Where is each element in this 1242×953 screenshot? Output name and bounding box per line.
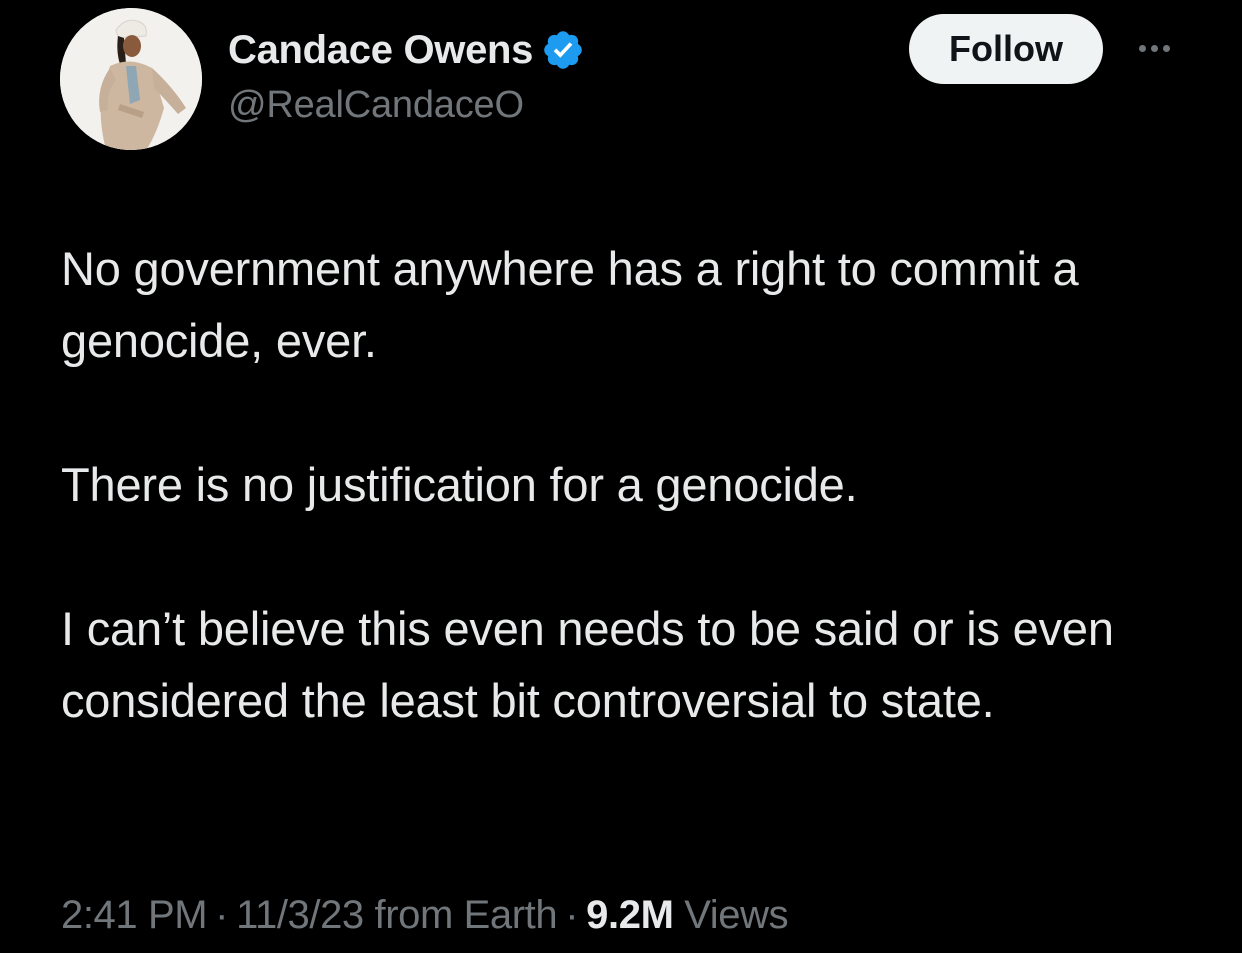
views-count[interactable]: 9.2M <box>586 893 674 937</box>
tweet-paragraph: No government anywhere has a right to co… <box>61 242 1079 367</box>
author-display-name[interactable]: Candace Owens <box>228 28 533 73</box>
tweet-text: No government anywhere has a right to co… <box>61 233 1191 737</box>
verified-badge-icon <box>541 28 585 72</box>
author-name-row: Candace Owens <box>228 24 585 76</box>
tweet-date[interactable]: 11/3/23 <box>236 893 364 937</box>
tweet-paragraph: There is no justification for a genocide… <box>61 458 858 511</box>
meta-separator: · <box>215 893 229 937</box>
tweet-source: from Earth <box>374 893 558 937</box>
avatar[interactable] <box>60 8 202 150</box>
avatar-image <box>60 8 202 150</box>
more-dot <box>1138 44 1146 52</box>
more-dot <box>1150 44 1158 52</box>
more-options-icon[interactable] <box>1128 30 1180 66</box>
meta-separator: · <box>565 893 579 937</box>
more-dot <box>1162 44 1170 52</box>
tweet-meta: 2:41 PM · 11/3/23 from Earth · 9.2M Views <box>61 893 789 938</box>
author-handle[interactable]: @RealCandaceO <box>228 84 524 127</box>
follow-button[interactable]: Follow <box>909 14 1103 84</box>
tweet-paragraph: I can’t believe this even needs to be sa… <box>61 602 1114 727</box>
tweet-time[interactable]: 2:41 PM <box>61 893 208 937</box>
tweet-card: Candace Owens @RealCandaceO Follow No go… <box>0 0 1242 953</box>
views-label: Views <box>684 893 789 937</box>
